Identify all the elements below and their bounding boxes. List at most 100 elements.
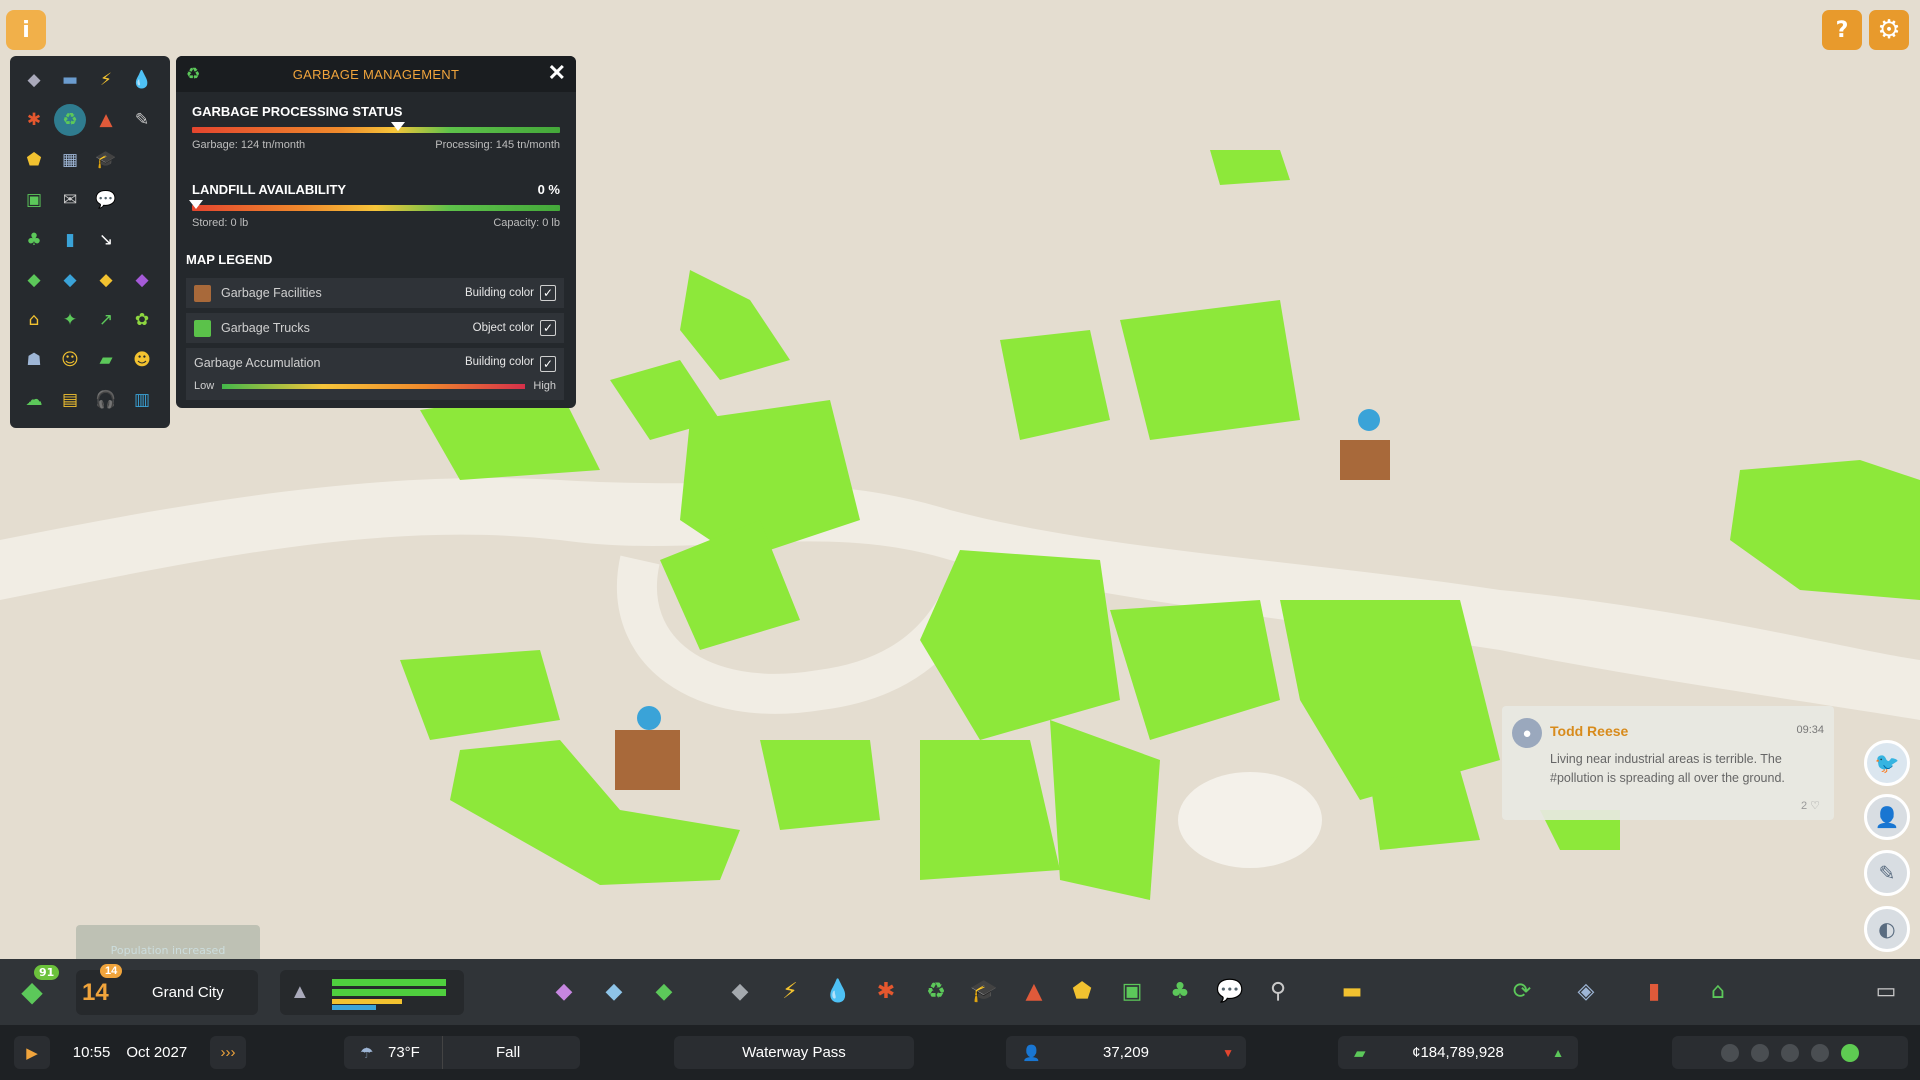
education-view-icon[interactable]: 🎓 [90, 144, 122, 176]
police-icon[interactable]: ⬟ [1064, 973, 1100, 1009]
play-button[interactable]: ▶ [14, 1036, 50, 1069]
money-box[interactable]: ▰ ¢184,789,928 ▲ [1338, 1036, 1578, 1069]
population-box[interactable]: 👤 37,209 ▼ [1006, 1036, 1246, 1069]
happiness-face-icon [1751, 1043, 1769, 1062]
photo-mode-icon[interactable]: ▭ [1868, 973, 1904, 1009]
fire-view-icon[interactable]: ▲ [90, 104, 122, 136]
happiness-box[interactable] [1672, 1036, 1908, 1069]
empty-slot [126, 184, 158, 216]
weather-box[interactable]: ☂ 73°F Fall [344, 1036, 580, 1069]
healthcare-icon[interactable]: ✱ [868, 973, 904, 1009]
landfill-marker [189, 200, 203, 209]
statistics-icon[interactable]: ▮ [1636, 973, 1672, 1009]
chirp-author[interactable]: Todd Reese [1550, 723, 1628, 739]
terrain-view-icon[interactable]: ▥ [126, 384, 158, 416]
garbage-view-icon[interactable]: ♻ [54, 104, 86, 136]
help-icon[interactable]: ? [1822, 10, 1862, 50]
garbage-amount: Garbage: 124 tn/month [192, 139, 306, 151]
resources-view-icon[interactable]: ✿ [126, 304, 158, 336]
landfill-stored: Stored: 0 lb [192, 217, 249, 229]
power-view-icon[interactable]: ⚡ [90, 64, 122, 96]
money-trend-up-icon: ▲ [1552, 1045, 1564, 1060]
trucks-swatch [194, 319, 211, 337]
empty-slot [126, 224, 158, 256]
roads-icon[interactable]: ◆ [722, 973, 758, 1009]
communications-icon[interactable]: 💬 [1212, 973, 1248, 1009]
population-view-icon[interactable]: ☻ [126, 344, 158, 376]
economy-icon[interactable]: ⌂ [1700, 973, 1736, 1009]
facilities-checkbox[interactable]: ✓ [540, 285, 556, 301]
chirp-time: 09:34 [1796, 724, 1824, 736]
water-view-icon[interactable]: 💧 [126, 64, 158, 96]
education-icon[interactable]: 🎓 [966, 973, 1002, 1009]
close-icon[interactable]: ✕ [548, 60, 566, 86]
administration-view-icon[interactable]: ▦ [54, 144, 86, 176]
chirper-message[interactable]: ● Todd Reese 09:34 Living near industria… [1502, 706, 1834, 820]
office-view-icon[interactable]: ◆ [126, 264, 158, 296]
traffic-view-icon[interactable]: ↘ [90, 224, 122, 256]
office-demand-bar [332, 1005, 376, 1010]
parks-icon[interactable]: ♣ [1162, 973, 1198, 1009]
chirper-bird-icon[interactable]: 🐦 [1864, 740, 1910, 786]
noise-view-icon[interactable]: ▤ [54, 384, 86, 416]
weather-globe-icon[interactable]: ◐ [1864, 906, 1910, 952]
citizen-icon[interactable]: 👤 [1864, 794, 1910, 840]
zoning-icon[interactable]: ◆ [546, 973, 582, 1009]
police-view-icon[interactable]: ⬟ [18, 144, 50, 176]
landfill-shovel-icon[interactable]: ⚲ [1260, 973, 1296, 1009]
water-icon[interactable]: 💧 [820, 973, 856, 1009]
processing-marker [391, 122, 406, 131]
industrial-view-icon[interactable]: ◆ [90, 264, 122, 296]
legend-row-garbage-trucks: Garbage Trucks Object color ✓ [186, 313, 564, 343]
transport-view-icon[interactable]: ▣ [18, 184, 50, 216]
fire-icon[interactable]: ▲ [1016, 973, 1052, 1009]
budget-view-icon[interactable]: ▰ [90, 344, 122, 376]
panel-title: GARBAGE MANAGEMENT [292, 66, 460, 82]
land-value-view-icon[interactable]: ⌂ [18, 304, 50, 336]
population-trend-down-icon: ▼ [1222, 1045, 1234, 1060]
accumulation-checkbox[interactable]: ✓ [540, 356, 556, 372]
tourism-view-icon[interactable]: ▮ [54, 224, 86, 256]
person-icon: 👤 [1022, 1044, 1041, 1062]
zone-demand-view-icon[interactable]: ✦ [54, 304, 86, 336]
healthcare-view-icon[interactable]: ✱ [18, 104, 50, 136]
info-icon[interactable]: i [6, 10, 46, 50]
city-info-box[interactable]: 14 14 Grand City [76, 964, 258, 1015]
industrial-demand-bar [332, 999, 402, 1004]
economy-view-icon[interactable]: ↗ [90, 304, 122, 336]
divider [442, 1036, 443, 1069]
workplaces-view-icon[interactable]: ☗ [18, 344, 50, 376]
trucks-checkbox[interactable]: ✓ [540, 320, 556, 336]
map-tiles-icon[interactable]: ◈ [1568, 973, 1604, 1009]
happiness-view-icon[interactable]: ☺ [54, 344, 86, 376]
electricity-icon[interactable]: ⚡ [772, 973, 808, 1009]
heart-icon: ♡ [1810, 800, 1820, 812]
areas-icon[interactable]: ◆ [596, 973, 632, 1009]
chirp-likes[interactable]: 2 ♡ [1801, 799, 1820, 812]
garbage-icon[interactable]: ♻ [918, 973, 954, 1009]
empty-slot [126, 144, 158, 176]
notes-icon[interactable]: ✎ [1864, 850, 1910, 896]
avatar: ● [1512, 718, 1542, 748]
commercial-demand-bar [332, 989, 446, 996]
roads-view-icon[interactable]: ◆ [18, 64, 50, 96]
transport-icon[interactable]: ▣ [1114, 973, 1150, 1009]
demand-box[interactable]: ▲ [280, 970, 464, 1015]
audio-view-icon[interactable]: 🎧 [90, 384, 122, 416]
speed-button[interactable]: ››› [210, 1036, 246, 1069]
parks-view-icon[interactable]: ♣ [18, 224, 50, 256]
electricity-view-icon[interactable]: ▬ [54, 64, 86, 96]
mail-view-icon[interactable]: ✉ [54, 184, 86, 216]
commercial-view-icon[interactable]: ◆ [54, 264, 86, 296]
legend-mode: Building color [464, 356, 534, 368]
progression-icon[interactable]: ⟳ [1504, 973, 1540, 1009]
landscaping-icon[interactable]: ◆ [646, 973, 682, 1009]
money-icon: ▰ [1354, 1044, 1366, 1062]
pollution-view-icon[interactable]: ☁ [18, 384, 50, 416]
residential-view-icon[interactable]: ◆ [18, 264, 50, 296]
bulldozer-icon[interactable]: ▬ [1334, 973, 1370, 1009]
notice-text: Population increased [110, 944, 226, 957]
settings-gear-icon[interactable]: ⚙ [1869, 10, 1909, 50]
services-view-icon[interactable]: ✎ [126, 104, 158, 136]
communication-view-icon[interactable]: 💬 [90, 184, 122, 216]
